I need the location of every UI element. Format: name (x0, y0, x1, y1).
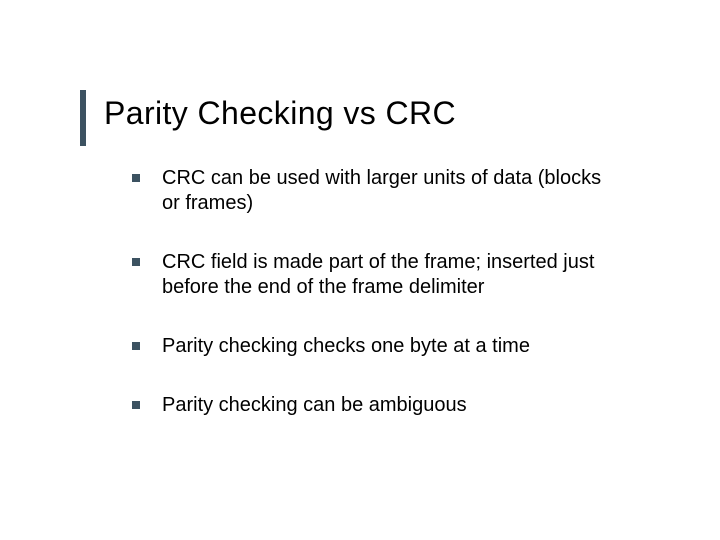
title-accent-bar (80, 90, 86, 146)
list-item: Parity checking checks one byte at a tim… (132, 334, 620, 359)
slide-title: Parity Checking vs CRC (104, 94, 660, 132)
bullet-list: CRC can be used with larger units of dat… (132, 166, 620, 418)
list-item: Parity checking can be ambiguous (132, 393, 620, 418)
slide: Parity Checking vs CRC CRC can be used w… (0, 0, 720, 540)
list-item: CRC can be used with larger units of dat… (132, 166, 620, 216)
list-item: CRC field is made part of the frame; ins… (132, 250, 620, 300)
